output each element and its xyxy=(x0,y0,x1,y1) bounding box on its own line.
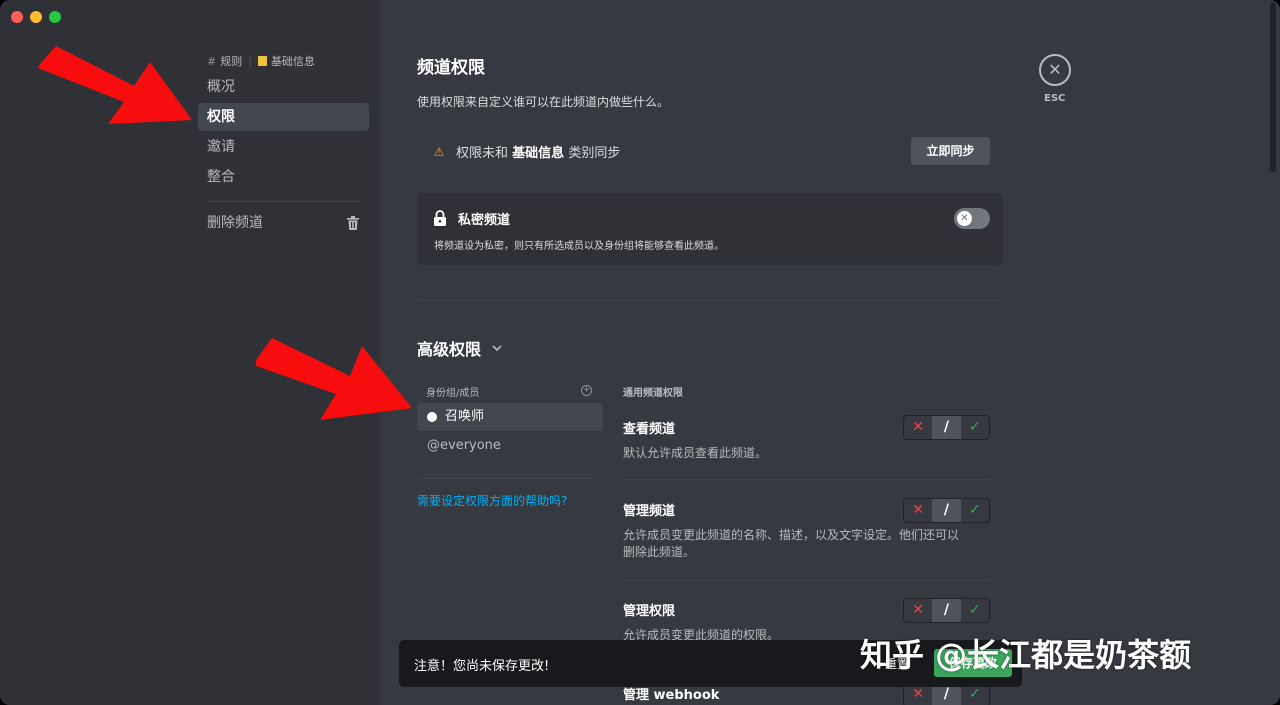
role-color-dot xyxy=(427,412,437,422)
role-item-summoner[interactable]: 召唤师 xyxy=(417,403,603,431)
page-subtitle: 使用权限来自定义谁可以在此频道内做些什么。 xyxy=(417,95,670,109)
scrollbar[interactable] xyxy=(1270,2,1276,172)
sidebar-item-integrations[interactable]: 整合 xyxy=(198,163,369,191)
note-icon xyxy=(257,56,267,66)
unsaved-changes-text: 注意！您尚未保存更改! xyxy=(414,659,550,674)
deny-button[interactable]: ✕ xyxy=(904,599,932,622)
sidebar-divider xyxy=(207,201,360,202)
annotation-arrow-icon xyxy=(256,338,412,420)
lock-icon xyxy=(434,210,446,226)
private-channel-description: 将频道设为私密，则只有所选成员以及身份组将能够查看此频道。 xyxy=(434,241,724,252)
deny-button[interactable]: ✕ xyxy=(904,416,932,439)
minimize-window-button[interactable] xyxy=(30,11,42,23)
sidebar-item-delete-channel[interactable]: 删除频道 xyxy=(198,209,369,237)
role-label: @everyone xyxy=(427,438,501,453)
permission-toggle-group: ✕ / ✓ xyxy=(903,498,990,523)
allow-button[interactable]: ✓ xyxy=(961,599,989,622)
sync-status: ⚠ 权限未和 基础信息 类别同步 xyxy=(432,142,621,162)
neutral-button[interactable]: / xyxy=(932,499,961,522)
hash-icon: # xyxy=(207,54,217,68)
chevron-down-icon xyxy=(492,345,502,352)
watermark: 知乎 @长江都是奶茶额 xyxy=(860,636,1192,674)
private-channel-card: 私密频道 将频道设为私密，则只有所选成员以及身份组将能够查看此频道。 ✕ xyxy=(417,193,1003,265)
breadcrumb-channel: 规则 xyxy=(220,55,243,68)
zoom-window-button[interactable] xyxy=(49,11,61,23)
sync-category: 基础信息 xyxy=(512,146,565,161)
sync-suffix: 类别同步 xyxy=(568,146,621,161)
permission-title: 管理权限 xyxy=(623,604,676,619)
allow-button[interactable]: ✓ xyxy=(961,416,989,439)
permission-title: 管理频道 xyxy=(623,504,676,519)
sidebar-item-overview[interactable]: 概况 xyxy=(198,73,369,101)
neutral-button[interactable]: / xyxy=(932,599,961,622)
role-label: 召唤师 xyxy=(445,409,485,424)
close-icon: ✕ xyxy=(1048,60,1062,79)
roles-header: 身份组/成员 xyxy=(426,388,480,399)
permission-toggle-group: ✕ / ✓ xyxy=(903,415,990,440)
add-role-icon[interactable]: + xyxy=(581,385,592,396)
breadcrumb-separator: | xyxy=(248,54,252,68)
permission-toggle-group: ✕ / ✓ xyxy=(903,598,990,623)
close-settings-button[interactable]: ✕ xyxy=(1039,54,1071,86)
roles-divider xyxy=(417,478,593,479)
section-divider xyxy=(417,300,1003,301)
deny-button[interactable]: ✕ xyxy=(904,499,932,522)
permission-description: 默认允许成员查看此频道。 xyxy=(623,446,768,460)
breadcrumb-category: 基础信息 xyxy=(270,55,315,68)
allow-button[interactable]: ✓ xyxy=(961,499,989,522)
page-title: 频道权限 xyxy=(417,58,485,78)
private-channel-toggle[interactable]: ✕ xyxy=(954,208,990,229)
advanced-permissions-label: 高级权限 xyxy=(417,340,482,359)
permission-divider xyxy=(623,479,990,480)
permission-group-header: 通用频道权限 xyxy=(623,388,683,399)
role-item-everyone[interactable]: @everyone xyxy=(417,432,603,460)
settings-window: # 规则 | 基础信息 概况 权限 邀请 整合 删除频道 频道权限 使用权限来自… xyxy=(0,0,1280,705)
permission-divider xyxy=(623,580,990,581)
annotation-arrow-icon xyxy=(38,46,192,124)
close-window-button[interactable] xyxy=(11,11,23,23)
sync-now-button[interactable]: 立即同步 xyxy=(911,137,990,165)
sync-prefix: 权限未和 xyxy=(456,146,509,161)
neutral-button[interactable]: / xyxy=(932,416,961,439)
delete-channel-label: 删除频道 xyxy=(207,215,263,231)
toggle-off-icon: ✕ xyxy=(957,211,972,226)
sidebar-item-invites[interactable]: 邀请 xyxy=(198,133,369,161)
sidebar-item-permissions[interactable]: 权限 xyxy=(198,103,369,131)
permissions-help-link[interactable]: 需要设定权限方面的帮助吗? xyxy=(417,492,567,509)
trash-icon xyxy=(347,216,359,230)
warning-icon: ⚠ xyxy=(433,144,445,159)
permission-description: 允许成员变更此频道的名称、描述，以及文字设定。他们还可以删除此频道。 xyxy=(623,528,960,559)
advanced-permissions-title[interactable]: 高级权限 xyxy=(417,336,503,360)
window-controls xyxy=(11,11,61,23)
breadcrumb: # 规则 | 基础信息 xyxy=(207,53,315,69)
private-channel-title: 私密频道 xyxy=(458,213,511,228)
permission-title: 查看频道 xyxy=(623,422,676,437)
esc-label: ESC xyxy=(1044,93,1066,104)
